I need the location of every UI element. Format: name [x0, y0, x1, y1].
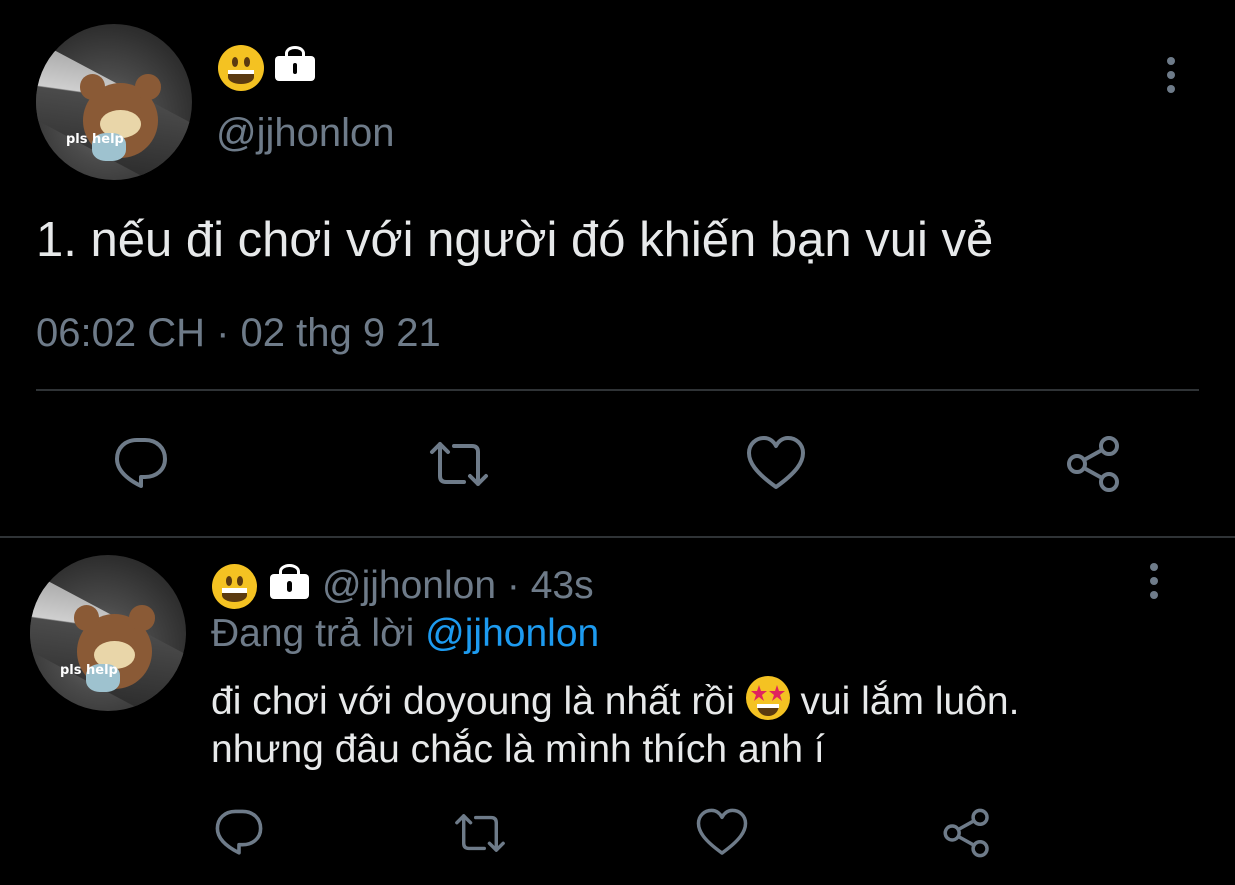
divider: [36, 389, 1199, 391]
tweet-age: 43s: [530, 564, 594, 607]
reply-text-segment: vui lắm luôn.: [800, 680, 1020, 723]
tweet-timestamp: 06:02 CH · 02 thg 9 21: [36, 311, 441, 355]
retweet-icon[interactable]: [450, 806, 510, 860]
replying-prefix: Đang trả lời: [211, 612, 415, 655]
reply-text-segment: đi chơi với doyoung là nhất rồi: [211, 680, 735, 723]
share-icon[interactable]: [1063, 434, 1125, 494]
reply-icon[interactable]: [212, 806, 266, 860]
reply-text: đi chơi với doyoung là nhất rồi vui lắm …: [211, 676, 1019, 774]
meta-separator: ·: [506, 564, 520, 607]
user-handle[interactable]: @jjhonlon: [216, 110, 395, 156]
avatar-caption: pls help: [66, 132, 124, 147]
avatar[interactable]: pls help: [30, 555, 186, 711]
mention-link[interactable]: @jjhonlon: [425, 612, 599, 655]
reply-text-line-1: đi chơi với doyoung là nhất rồi vui lắm …: [211, 676, 1019, 726]
like-icon[interactable]: [695, 806, 749, 860]
divider: [0, 536, 1235, 538]
star-struck-emoji: [745, 676, 790, 720]
reply-header-meta: @jjhonlon · 43s: [322, 563, 594, 609]
lock-icon: [270, 563, 309, 599]
avatar-caption: pls help: [60, 663, 118, 678]
reply-text-line-2: nhưng đâu chắc là mình thích anh í: [211, 728, 825, 771]
user-handle[interactable]: @jjhonlon: [322, 564, 496, 607]
lock-icon: [275, 45, 315, 81]
grinning-face-emoji: [218, 45, 264, 91]
reply-icon[interactable]: [111, 434, 171, 494]
more-vertical-icon[interactable]: [1160, 56, 1182, 96]
grinning-face-emoji: [212, 564, 257, 609]
more-vertical-icon[interactable]: [1143, 562, 1165, 602]
like-icon[interactable]: [745, 434, 807, 494]
share-icon[interactable]: [940, 806, 994, 860]
replying-to-line: Đang trả lời @jjhonlon: [211, 611, 599, 657]
tweet-text: 1. nếu đi chơi với người đó khiến bạn vu…: [36, 213, 994, 267]
avatar[interactable]: pls help: [36, 24, 192, 180]
retweet-icon[interactable]: [424, 434, 494, 494]
